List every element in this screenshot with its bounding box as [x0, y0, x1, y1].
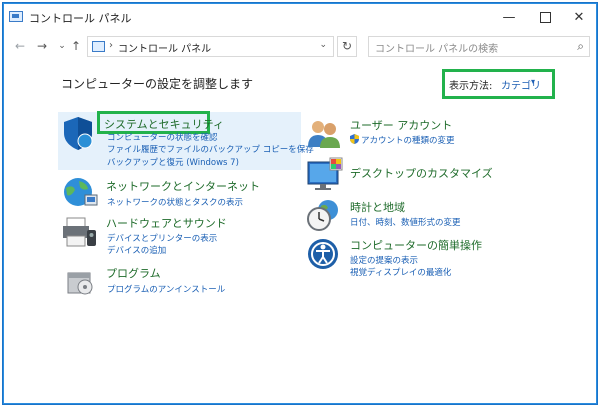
forward-button[interactable]: →	[33, 37, 51, 55]
category-title-user-accounts[interactable]: ユーザー アカウント	[350, 117, 452, 133]
address-bar[interactable]: › コントロール パネル ⌄	[87, 36, 334, 57]
link-backup-restore[interactable]: バックアップと復元 (Windows 7)	[107, 156, 239, 168]
link-uninstall-program[interactable]: プログラムのアンインストール	[107, 283, 225, 295]
control-panel-window: コントロール パネル — ✕ ← → ⌄ ↑ › コントロール パネル ⌄ ↻ …	[2, 2, 598, 405]
search-input[interactable]: コントロール パネルの検索	[375, 40, 498, 55]
navigation-bar: ← → ⌄ ↑ › コントロール パネル ⌄ ↻ コントロール パネルの検索 ⌕	[3, 33, 597, 59]
breadcrumb-separator: ›	[109, 40, 113, 51]
page-title: コンピューターの設定を調整します	[61, 77, 254, 91]
shield-icon[interactable]	[61, 115, 95, 151]
maximize-button[interactable]	[527, 3, 563, 33]
address-dropdown-icon[interactable]: ⌄	[319, 40, 327, 50]
link-devices-printers[interactable]: デバイスとプリンターの表示	[107, 232, 217, 244]
control-panel-small-icon	[92, 41, 105, 52]
printer-icon[interactable]	[61, 214, 99, 250]
view-by-label: 表示方法:	[449, 81, 493, 92]
category-title-programs[interactable]: プログラム	[106, 265, 161, 281]
system-security-title-text[interactable]: システムとセキュリティ	[104, 116, 224, 132]
uac-shield-icon	[350, 134, 359, 144]
link-file-history-backup[interactable]: ファイル履歴でファイルのバックアップ コピーを保存	[107, 143, 314, 155]
category-title-hardware-sound[interactable]: ハードウェアとサウンド	[106, 215, 227, 231]
refresh-button[interactable]: ↻	[337, 36, 357, 57]
desktop-monitor-icon[interactable]	[306, 156, 344, 192]
users-icon[interactable]	[306, 117, 342, 149]
view-by-control: 表示方法: カテゴリ ▾	[442, 69, 555, 99]
link-settings-suggestions[interactable]: 設定の提案の表示	[350, 254, 418, 266]
category-title-ease-of-access[interactable]: コンピューターの簡単操作	[350, 237, 482, 253]
control-panel-app-icon	[9, 11, 23, 22]
category-title-network-internet[interactable]: ネットワークとインターネット	[106, 178, 260, 194]
chevron-down-icon[interactable]: ▾	[531, 77, 535, 86]
network-globe-icon[interactable]	[61, 175, 99, 209]
window-title: コントロール パネル	[29, 12, 132, 25]
link-date-time-format[interactable]: 日付、時刻、数値形式の変更	[350, 216, 461, 228]
clock-globe-icon[interactable]	[306, 198, 342, 232]
category-title-appearance[interactable]: デスクトップのカスタマイズ	[350, 165, 493, 181]
link-change-account-type[interactable]: アカウントの種類の変更	[361, 134, 455, 146]
maximize-icon	[539, 12, 551, 23]
minimize-button[interactable]: —	[491, 3, 527, 33]
programs-icon[interactable]	[65, 265, 97, 297]
link-network-status[interactable]: ネットワークの状態とタスクの表示	[107, 196, 243, 208]
search-icon[interactable]: ⌕	[577, 39, 584, 54]
close-button[interactable]: ✕	[561, 3, 597, 33]
breadcrumb-control-panel[interactable]: コントロール パネル	[118, 40, 211, 55]
ease-of-access-icon[interactable]	[306, 237, 340, 271]
link-check-computer-status[interactable]: コンピューターの状態を確認	[107, 131, 218, 143]
link-optimize-visual-display[interactable]: 視覚ディスプレイの最適化	[350, 266, 451, 278]
link-add-device[interactable]: デバイスの追加	[107, 244, 166, 256]
search-box[interactable]: コントロール パネルの検索 ⌕	[368, 36, 590, 57]
up-button[interactable]: ↑	[67, 37, 85, 55]
category-title-clock-region[interactable]: 時計と地域	[350, 199, 405, 215]
back-button[interactable]: ←	[11, 37, 29, 55]
title-bar[interactable]: コントロール パネル — ✕	[3, 3, 597, 33]
